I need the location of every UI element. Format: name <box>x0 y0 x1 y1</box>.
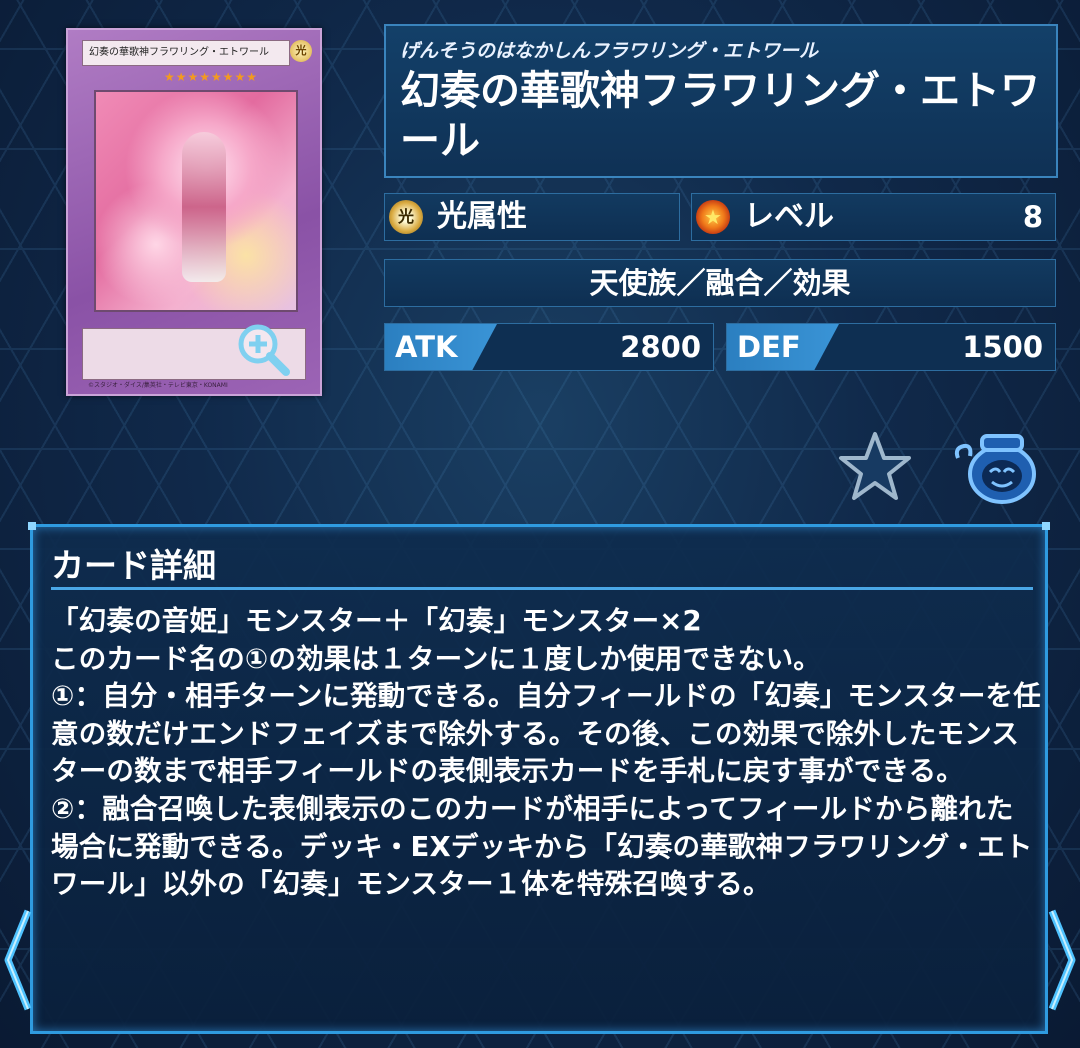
attribute-label: 光属性 <box>437 199 527 234</box>
atk-value: 2800 <box>620 330 701 364</box>
zoom-in-icon[interactable] <box>234 320 294 380</box>
card-effect-text: 「幻奏の音姫」モンスター＋「幻奏」モンスター×2 このカード名の①の効果は１ター… <box>51 605 1041 901</box>
level-value: 8 <box>1022 200 1043 234</box>
card-detail-panel: カード詳細 「幻奏の音姫」モンスター＋「幻奏」モンスター×2 このカード名の①の… <box>28 522 1050 1034</box>
attribute-panel: 光 光属性 <box>384 193 680 241</box>
chevron-right-icon[interactable] <box>1044 905 1080 1015</box>
card-image-name: 幻奏の華歌神フラワリング・エトワール <box>82 40 290 66</box>
card-detail-divider <box>51 587 1033 590</box>
card-image[interactable]: 幻奏の華歌神フラワリング・エトワール 光 ★★★★★★★★ ©スタジオ・ダイス/… <box>66 28 322 396</box>
def-label: DEF <box>727 324 839 370</box>
card-name-ruby: げんそうのはなかしんフラワリング・エトワール <box>400 40 819 62</box>
panel-corner <box>1042 522 1050 530</box>
def-value: 1500 <box>962 330 1043 364</box>
card-artwork <box>94 90 298 312</box>
panel-corner <box>28 522 36 530</box>
card-artwork-figure <box>182 132 226 282</box>
card-image-copyright: ©スタジオ・ダイス/集英社・テレビ東京・KONAMI <box>88 382 228 389</box>
atk-label: ATK <box>385 324 497 370</box>
card-detail-title: カード詳細 <box>51 546 216 585</box>
chevron-left-icon[interactable] <box>0 905 36 1015</box>
monster-type: 天使族／融合／効果 <box>384 259 1056 307</box>
level-star-icon: ★ <box>696 200 730 234</box>
card-image-attribute: 光 <box>290 40 312 62</box>
def-panel: DEF 1500 <box>726 323 1056 371</box>
star-icon[interactable] <box>838 430 912 502</box>
card-name: 幻奏の華歌神フラワリング・エトワール <box>400 68 1040 164</box>
level-label: レベル <box>744 199 834 234</box>
card-image-level-stars: ★★★★★★★★ <box>164 70 259 84</box>
level-panel: ★ レベル 8 <box>691 193 1056 241</box>
card-name-panel: げんそうのはなかしんフラワリング・エトワール 幻奏の華歌神フラワリング・エトワー… <box>384 24 1058 178</box>
pot-of-greed-icon[interactable] <box>952 430 1038 506</box>
atk-panel: ATK 2800 <box>384 323 714 371</box>
light-attribute-icon: 光 <box>389 200 423 234</box>
